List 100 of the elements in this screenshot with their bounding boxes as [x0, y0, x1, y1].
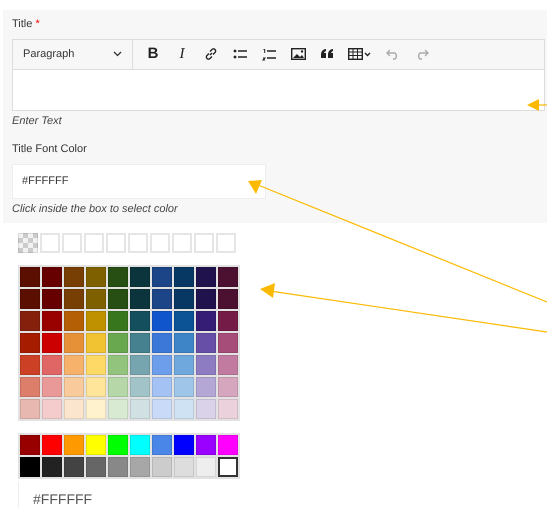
color-swatch[interactable] [196, 289, 216, 309]
color-swatch[interactable] [86, 377, 106, 397]
color-swatch[interactable] [42, 267, 62, 287]
color-swatch[interactable] [20, 377, 40, 397]
color-swatch[interactable] [86, 267, 106, 287]
color-swatch[interactable] [64, 267, 84, 287]
color-swatch[interactable] [64, 377, 84, 397]
color-swatch[interactable] [218, 333, 238, 353]
color-swatch[interactable] [108, 457, 128, 477]
color-swatch[interactable] [174, 333, 194, 353]
color-swatch[interactable] [20, 435, 40, 455]
color-swatch[interactable] [196, 333, 216, 353]
color-swatch[interactable] [86, 457, 106, 477]
color-swatch[interactable] [196, 377, 216, 397]
color-swatch[interactable] [108, 399, 128, 419]
empty-swatch[interactable] [62, 233, 82, 253]
color-swatch[interactable] [130, 289, 150, 309]
color-swatch[interactable] [130, 333, 150, 353]
color-swatch[interactable] [218, 377, 238, 397]
color-swatch[interactable] [42, 377, 62, 397]
color-swatch[interactable] [152, 333, 172, 353]
color-swatch[interactable] [196, 399, 216, 419]
color-swatch[interactable] [86, 399, 106, 419]
empty-swatch[interactable] [106, 233, 126, 253]
bold-button[interactable]: B [139, 41, 167, 67]
color-swatch[interactable] [174, 289, 194, 309]
color-swatch[interactable] [174, 311, 194, 331]
color-swatch[interactable] [152, 399, 172, 419]
color-swatch[interactable] [130, 399, 150, 419]
color-swatch[interactable] [108, 333, 128, 353]
empty-swatch[interactable] [194, 233, 214, 253]
color-swatch[interactable] [20, 399, 40, 419]
color-swatch[interactable] [108, 311, 128, 331]
color-swatch[interactable] [218, 457, 238, 477]
empty-swatch[interactable] [84, 233, 104, 253]
color-swatch[interactable] [174, 355, 194, 375]
color-swatch[interactable] [86, 311, 106, 331]
color-swatch[interactable] [196, 355, 216, 375]
color-swatch[interactable] [108, 435, 128, 455]
color-swatch[interactable] [20, 311, 40, 331]
color-swatch[interactable] [218, 435, 238, 455]
color-swatch[interactable] [174, 457, 194, 477]
color-swatch[interactable] [174, 267, 194, 287]
color-swatch[interactable] [152, 377, 172, 397]
color-swatch[interactable] [64, 399, 84, 419]
color-input-field[interactable]: #FFFFFF [12, 164, 266, 198]
empty-swatch[interactable] [216, 233, 236, 253]
transparent-swatch[interactable] [18, 233, 38, 253]
color-swatch[interactable] [86, 333, 106, 353]
color-swatch[interactable] [20, 333, 40, 353]
color-swatch[interactable] [218, 399, 238, 419]
color-swatch[interactable] [64, 435, 84, 455]
empty-swatch[interactable] [150, 233, 170, 253]
color-swatch[interactable] [152, 355, 172, 375]
color-swatch[interactable] [108, 289, 128, 309]
color-swatch[interactable] [218, 267, 238, 287]
color-swatch[interactable] [42, 289, 62, 309]
empty-swatch[interactable] [40, 233, 60, 253]
color-swatch[interactable] [64, 289, 84, 309]
color-swatch[interactable] [130, 457, 150, 477]
color-swatch[interactable] [196, 457, 216, 477]
color-swatch[interactable] [42, 355, 62, 375]
color-swatch[interactable] [130, 267, 150, 287]
color-swatch[interactable] [20, 457, 40, 477]
color-swatch[interactable] [130, 435, 150, 455]
color-swatch[interactable] [108, 355, 128, 375]
color-swatch[interactable] [86, 289, 106, 309]
color-swatch[interactable] [152, 289, 172, 309]
color-swatch[interactable] [64, 333, 84, 353]
color-swatch[interactable] [218, 311, 238, 331]
color-swatch[interactable] [152, 311, 172, 331]
color-swatch[interactable] [152, 267, 172, 287]
empty-swatch[interactable] [128, 233, 148, 253]
color-swatch[interactable] [218, 289, 238, 309]
color-swatch[interactable] [196, 267, 216, 287]
color-swatch[interactable] [86, 435, 106, 455]
color-swatch[interactable] [108, 377, 128, 397]
color-swatch[interactable] [130, 355, 150, 375]
color-swatch[interactable] [64, 355, 84, 375]
color-swatch[interactable] [42, 311, 62, 331]
color-swatch[interactable] [152, 435, 172, 455]
color-swatch[interactable] [218, 355, 238, 375]
color-swatch[interactable] [20, 355, 40, 375]
color-swatch[interactable] [86, 355, 106, 375]
color-swatch[interactable] [64, 457, 84, 477]
color-swatch[interactable] [108, 267, 128, 287]
color-swatch[interactable] [42, 435, 62, 455]
color-swatch[interactable] [42, 457, 62, 477]
color-swatch[interactable] [196, 311, 216, 331]
italic-button[interactable]: I [168, 41, 196, 67]
color-swatch[interactable] [20, 289, 40, 309]
color-swatch[interactable] [64, 311, 84, 331]
color-swatch[interactable] [196, 435, 216, 455]
color-swatch[interactable] [130, 311, 150, 331]
color-swatch[interactable] [20, 267, 40, 287]
color-swatch[interactable] [174, 435, 194, 455]
color-swatch[interactable] [42, 399, 62, 419]
color-swatch[interactable] [130, 377, 150, 397]
color-swatch[interactable] [174, 377, 194, 397]
color-swatch[interactable] [174, 399, 194, 419]
